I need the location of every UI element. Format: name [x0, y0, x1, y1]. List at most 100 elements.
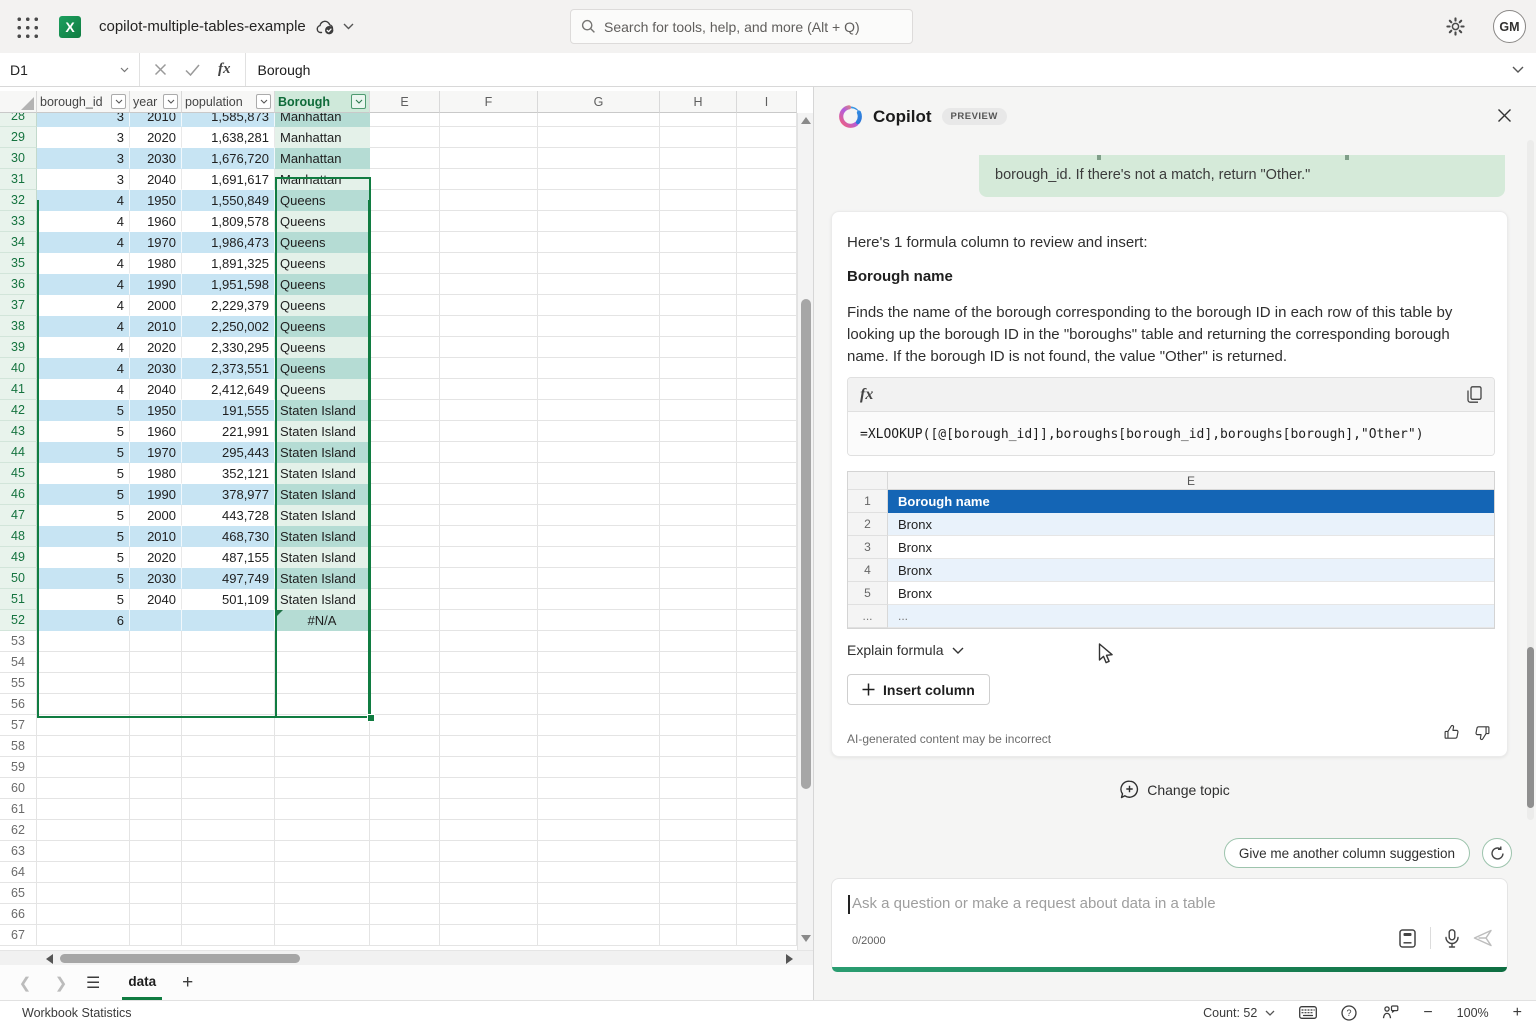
grid-cell[interactable]: [538, 904, 660, 925]
grid-cell[interactable]: [440, 211, 538, 232]
grid-cell[interactable]: [182, 610, 275, 631]
row-header[interactable]: 59: [0, 757, 37, 778]
panel-scroll-thumb[interactable]: [1527, 647, 1534, 808]
row-header[interactable]: 62: [0, 820, 37, 841]
grid-cell[interactable]: 2000: [130, 505, 182, 526]
column-header-g[interactable]: G: [538, 91, 660, 113]
row-header[interactable]: 57: [0, 715, 37, 736]
row-header[interactable]: 42: [0, 400, 37, 421]
grid-cell[interactable]: [660, 337, 737, 358]
grid-cell[interactable]: [275, 925, 370, 946]
grid-cell[interactable]: [737, 904, 797, 925]
grid-cell[interactable]: [660, 169, 737, 190]
grid-cell[interactable]: [182, 673, 275, 694]
grid-cell[interactable]: [440, 673, 538, 694]
grid-cell[interactable]: [130, 778, 182, 799]
grid-cell[interactable]: [37, 715, 130, 736]
grid-cell[interactable]: 2010: [130, 113, 182, 127]
explain-formula-toggle[interactable]: Explain formula: [847, 642, 964, 658]
grid-cell[interactable]: [660, 253, 737, 274]
grid-cell[interactable]: [370, 778, 440, 799]
grid-cell[interactable]: [660, 652, 737, 673]
count-aggregate[interactable]: Count: 52: [1203, 1006, 1275, 1020]
grid-cell[interactable]: [370, 337, 440, 358]
grid-cell[interactable]: [660, 442, 737, 463]
grid-cell[interactable]: [440, 400, 538, 421]
grid-cell[interactable]: [370, 421, 440, 442]
grid-cell[interactable]: [440, 148, 538, 169]
grid-cell[interactable]: [130, 736, 182, 757]
table-header-year[interactable]: year: [130, 91, 182, 113]
grid-cell[interactable]: 1950: [130, 190, 182, 211]
grid-cell[interactable]: 468,730: [182, 526, 275, 547]
grid-cell[interactable]: [182, 757, 275, 778]
grid-cell[interactable]: [440, 421, 538, 442]
grid-cell[interactable]: [737, 379, 797, 400]
grid-cell[interactable]: 487,155: [182, 547, 275, 568]
grid-cell[interactable]: [370, 505, 440, 526]
grid-cell[interactable]: [370, 295, 440, 316]
close-panel-icon[interactable]: [1497, 108, 1512, 123]
borough-cell[interactable]: Queens: [275, 337, 370, 358]
grid-cell[interactable]: [370, 169, 440, 190]
grid-cell[interactable]: 1990: [130, 484, 182, 505]
grid-cell[interactable]: 2040: [130, 379, 182, 400]
grid-cell[interactable]: 4: [37, 379, 130, 400]
grid-cell[interactable]: [538, 925, 660, 946]
keyboard-shortcuts-icon[interactable]: [1299, 1006, 1317, 1019]
row-header[interactable]: 33: [0, 211, 37, 232]
grid-cell[interactable]: 501,109: [182, 589, 275, 610]
borough-cell[interactable]: Staten Island: [275, 526, 370, 547]
row-header[interactable]: 66: [0, 904, 37, 925]
row-header[interactable]: 39: [0, 337, 37, 358]
grid-cell[interactable]: [130, 820, 182, 841]
grid-cell[interactable]: [37, 904, 130, 925]
grid-cell[interactable]: [370, 757, 440, 778]
vertical-scroll-thumb[interactable]: [801, 299, 811, 789]
grid-cell[interactable]: [737, 841, 797, 862]
row-header[interactable]: 41: [0, 379, 37, 400]
sheet-tab-data[interactable]: data: [122, 965, 162, 1000]
grid-cell[interactable]: [737, 778, 797, 799]
grid-cell[interactable]: [660, 526, 737, 547]
grid-cell[interactable]: [37, 799, 130, 820]
grid-cell[interactable]: [440, 463, 538, 484]
grid-cell[interactable]: [370, 379, 440, 400]
grid-cell[interactable]: 5: [37, 442, 130, 463]
grid-cell[interactable]: [737, 862, 797, 883]
grid-cell[interactable]: [37, 925, 130, 946]
scroll-right-arrow-icon[interactable]: [786, 954, 793, 964]
filter-dropdown-icon[interactable]: [163, 94, 178, 109]
grid-cell[interactable]: [440, 757, 538, 778]
grid-cell[interactable]: [370, 589, 440, 610]
grid-cell[interactable]: [130, 904, 182, 925]
grid-cell[interactable]: [370, 904, 440, 925]
row-header[interactable]: 60: [0, 778, 37, 799]
borough-cell[interactable]: Manhattan: [275, 113, 370, 127]
grid-cell[interactable]: [130, 883, 182, 904]
grid-cell[interactable]: [660, 673, 737, 694]
grid-cell[interactable]: [370, 484, 440, 505]
borough-cell[interactable]: Queens: [275, 358, 370, 379]
grid-cell[interactable]: [538, 820, 660, 841]
borough-cell[interactable]: Queens: [275, 379, 370, 400]
grid-cell[interactable]: [440, 862, 538, 883]
grid-cell[interactable]: [37, 694, 130, 715]
insert-column-button[interactable]: Insert column: [847, 674, 990, 705]
scroll-left-arrow-icon[interactable]: [46, 954, 53, 964]
accessibility-checker-icon[interactable]: [1381, 1005, 1399, 1020]
grid-cell[interactable]: [440, 631, 538, 652]
grid-cell[interactable]: [440, 127, 538, 148]
grid-cell[interactable]: [538, 526, 660, 547]
grid-cell[interactable]: [440, 274, 538, 295]
horizontal-scroll-thumb[interactable]: [60, 954, 300, 963]
row-header[interactable]: 45: [0, 463, 37, 484]
grid-cell[interactable]: 4: [37, 295, 130, 316]
grid-cell[interactable]: 2040: [130, 169, 182, 190]
grid-cell[interactable]: [538, 169, 660, 190]
row-header[interactable]: 48: [0, 526, 37, 547]
grid-cell[interactable]: 4: [37, 316, 130, 337]
grid-cell[interactable]: 5: [37, 484, 130, 505]
grid-cell[interactable]: [440, 442, 538, 463]
grid-cell[interactable]: [182, 862, 275, 883]
